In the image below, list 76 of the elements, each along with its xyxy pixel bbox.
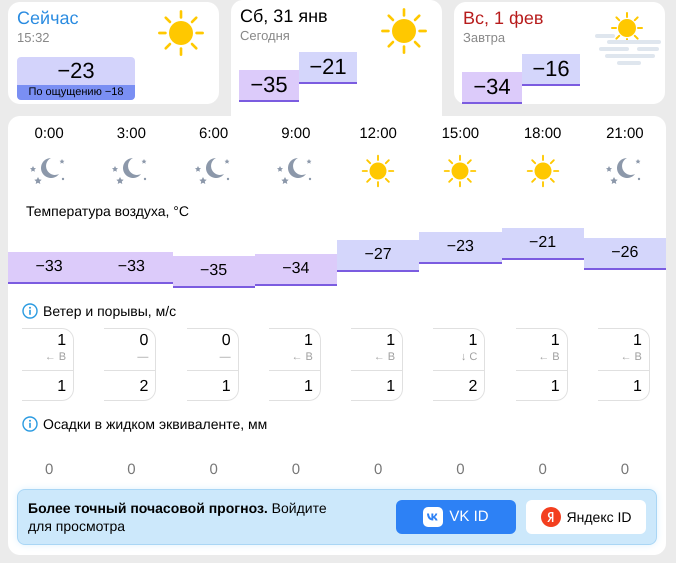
temperature-bar: −35 (172, 256, 255, 288)
wind-gust: 1 (550, 377, 561, 396)
vk-logo-icon (423, 507, 444, 527)
wind-direction: ← В (290, 350, 314, 365)
temperature-bar: −33 (90, 252, 172, 284)
section-title: Температура воздуха, °C (26, 202, 190, 220)
day-temperature: −16 (522, 54, 580, 86)
wind-gust: 1 (302, 377, 314, 396)
sun-icon (361, 154, 396, 188)
wind-speed: 1 (467, 331, 478, 350)
card-subtitle: Завтра (463, 29, 506, 47)
info-icon[interactable] (22, 416, 38, 432)
hour-label: 12:00 (358, 124, 398, 144)
card-title: Вс, 1 фев (463, 7, 544, 29)
temperature-bar: −26 (584, 238, 666, 270)
wind-speed: 0 (220, 331, 232, 350)
precipitation-value: 0 (290, 461, 302, 479)
temperature-bar: −34 (254, 254, 337, 286)
wind-speed: 1 (56, 331, 68, 350)
wind-speed: 1 (385, 331, 396, 350)
wind-gust: 1 (56, 377, 68, 396)
hour-label: 15:00 (440, 124, 480, 144)
banner-text: Более точный почасовой прогноз. Войдите для просмотра (28, 499, 328, 535)
card-title: Сейчас (17, 7, 78, 29)
precipitation-value: 0 (126, 461, 137, 479)
temperature-bar: −27 (337, 240, 420, 272)
hour-label: 18:00 (522, 124, 562, 144)
feels-like-label: По ощущению −18 (17, 85, 135, 100)
wind-direction: ← В (372, 350, 396, 365)
night-temperature: −34 (462, 72, 522, 104)
yandex-logo-icon (540, 507, 561, 527)
section-title: Ветер и порывы, м/с (43, 302, 176, 320)
wind-direction: ← В (44, 350, 68, 365)
wind-direction: — (218, 350, 232, 365)
wind-direction: ← В (619, 350, 643, 365)
section-title: Осадки в жидком эквиваленте, мм (43, 415, 268, 433)
info-icon[interactable] (22, 303, 38, 319)
day-card[interactable]: Сейчас 15:32 −23 По ощущению −18 (8, 2, 219, 104)
wind-direction: ← В (537, 350, 561, 365)
wind-direction: — (136, 350, 150, 365)
card-subtitle: Сегодня (240, 27, 290, 45)
hour-label: 21:00 (605, 124, 645, 144)
day-temperature: −21 (299, 52, 357, 84)
precipitation-value: 0 (372, 461, 384, 479)
sun-icon (443, 154, 478, 188)
sun-icon (526, 154, 560, 188)
wind-speed: 1 (302, 331, 314, 350)
card-title: Сб, 31 янв (240, 5, 328, 27)
hour-label: 9:00 (280, 124, 312, 144)
vk-login-button[interactable]: VK ID (396, 500, 516, 534)
temperature-bar: −33 (8, 252, 90, 284)
card-subtitle: 15:32 (17, 29, 50, 47)
day-card[interactable]: Сб, 31 янв Сегодня −35 −21 (231, 0, 442, 116)
wind-gust: 2 (467, 377, 478, 396)
precipitation-value: 0 (620, 461, 630, 479)
hour-label: 6:00 (198, 124, 230, 144)
precipitation-value: 0 (455, 461, 466, 479)
wind-gust: 1 (632, 377, 643, 396)
wind-speed: 0 (138, 331, 150, 350)
temperature-bar: −21 (502, 228, 584, 260)
temperature-bar: −23 (419, 232, 502, 264)
hour-label: 3:00 (116, 124, 147, 144)
yandex-login-button[interactable]: Яндекс ID (526, 500, 646, 534)
wind-gust: 2 (138, 377, 150, 396)
precipitation-value: 0 (44, 461, 54, 479)
hour-label: 0:00 (34, 124, 65, 144)
day-card[interactable]: Вс, 1 фев Завтра −34 −16 (454, 2, 665, 104)
precipitation-value: 0 (537, 461, 548, 479)
current-temperature: −23 (57, 57, 95, 85)
wind-gust: 1 (220, 377, 232, 396)
wind-speed: 1 (550, 331, 561, 350)
night-temperature: −35 (239, 70, 299, 102)
precipitation-value: 0 (208, 461, 219, 479)
wind-speed: 1 (632, 331, 643, 350)
wind-direction: ↓ С (460, 350, 478, 365)
wind-gust: 1 (385, 377, 396, 396)
